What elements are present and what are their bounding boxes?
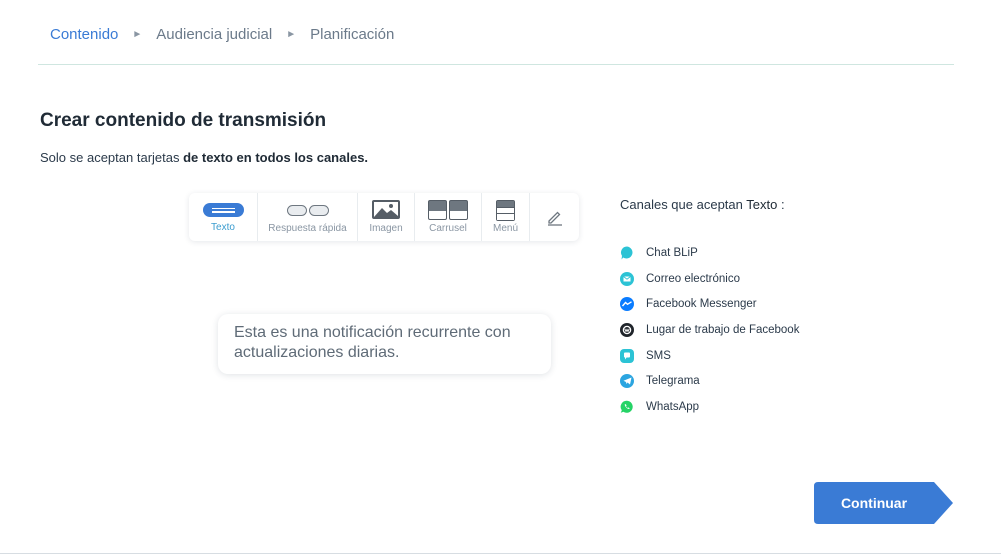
tab-texto-label: Texto [211, 222, 235, 233]
list-item: SMS [620, 343, 799, 369]
breadcrumb-separator-icon: ► [286, 29, 297, 40]
sms-icon [620, 348, 634, 363]
continue-button[interactable]: Continuar [814, 482, 954, 524]
telegram-icon [620, 374, 634, 389]
tab-respuesta-rapida-label: Respuesta rápida [268, 223, 347, 234]
channel-label: Chat BLiP [646, 246, 698, 259]
tab-texto[interactable]: Texto [189, 193, 258, 241]
subtitle-prefix: Solo se aceptan tarjetas [40, 150, 184, 165]
menu-icon [496, 200, 515, 221]
breadcrumb-audiencia-judicial[interactable]: Audiencia judicial [156, 26, 272, 43]
continue-button-label: Continuar [840, 495, 908, 511]
page-title: Crear contenido de transmisión [40, 110, 327, 131]
list-item: Facebook Messenger [620, 291, 799, 317]
message-preview-bubble[interactable]: Esta es una notificación recurrente con … [218, 314, 551, 374]
workplace-icon [620, 322, 634, 337]
channel-list: Chat BLiP Correo electrónico Facebook Me… [620, 240, 799, 420]
edit-button[interactable] [530, 193, 579, 241]
bottom-divider [0, 553, 1001, 554]
breadcrumb-contenido[interactable]: Contenido [50, 26, 118, 43]
page-subtitle: Solo se aceptan tarjetas de texto en tod… [40, 150, 368, 165]
list-item: WhatsApp [620, 394, 799, 420]
channel-label: Lugar de trabajo de Facebook [646, 323, 800, 336]
messenger-icon [620, 297, 634, 312]
breadcrumb-planificacion[interactable]: Planificación [310, 26, 394, 43]
image-icon [372, 200, 400, 219]
tab-respuesta-rapida[interactable]: Respuesta rápida [258, 193, 358, 241]
email-icon [620, 271, 634, 286]
list-item: Telegrama [620, 368, 799, 394]
channel-label: Telegrama [646, 375, 700, 388]
tab-carrusel[interactable]: Carrusel [415, 193, 482, 241]
breadcrumb: Contenido ► Audiencia judicial ► Planifi… [50, 26, 394, 43]
channel-label: WhatsApp [646, 400, 700, 413]
text-card-icon [202, 203, 244, 217]
whatsapp-icon [620, 400, 634, 414]
list-item: Lugar de trabajo de Facebook [620, 317, 799, 343]
breadcrumb-separator-icon: ► [132, 29, 143, 40]
list-item: Chat BLiP [620, 240, 799, 266]
tab-menu-label: Menú [492, 223, 518, 234]
blip-chat-icon [620, 246, 634, 260]
quick-reply-icon [286, 205, 329, 216]
channel-label: SMS [646, 349, 671, 362]
card-type-toolbar: Texto Respuesta rápida Imagen Carrusel M… [189, 193, 579, 241]
channels-title-suffix: : [777, 197, 785, 212]
channel-label: Correo electrónico [646, 272, 740, 285]
channels-title: Canales que aceptan Texto : [620, 197, 785, 212]
tab-imagen-label: Imagen [369, 223, 403, 234]
tab-carrusel-label: Carrusel [429, 223, 467, 234]
channels-title-prefix: Canales que aceptan [620, 197, 747, 212]
channel-label: Facebook Messenger [646, 298, 757, 311]
pencil-icon [547, 211, 562, 226]
tab-menu[interactable]: Menú [482, 193, 530, 241]
subtitle-bold: de texto en todos los canales. [183, 150, 369, 165]
tab-imagen[interactable]: Imagen [358, 193, 415, 241]
top-divider [38, 64, 954, 65]
channels-title-bold: Texto [746, 197, 778, 212]
list-item: Correo electrónico [620, 266, 799, 292]
carousel-icon [428, 200, 468, 220]
